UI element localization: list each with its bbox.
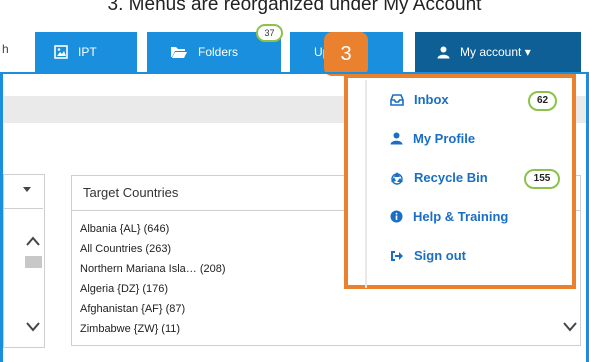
menu-item-recycle-bin[interactable]: Recycle Bin (390, 170, 488, 185)
menu-item-label: My Profile (413, 131, 476, 146)
step-marker: 3 (324, 32, 368, 76)
target-countries-list: Albania {AL} (646) All Countries (263) N… (80, 219, 226, 339)
menu-divider (365, 80, 367, 288)
folder-open-icon (171, 47, 187, 58)
ipt-button[interactable]: IPT (35, 32, 137, 72)
folders-count-badge: 37 (256, 24, 283, 42)
info-icon (390, 210, 403, 223)
menu-item-sign-out[interactable]: Sign out (390, 248, 466, 263)
my-account-button[interactable]: My account ▾ (415, 32, 581, 72)
inbox-icon (390, 93, 404, 106)
list-item[interactable]: Zimbabwe {ZW} (11) (80, 319, 226, 339)
step-caption: 3. Menus are reorganized under My Accoun… (107, 0, 482, 14)
menu-item-label: Inbox (414, 92, 449, 107)
user-icon (437, 46, 450, 58)
menu-item-my-profile[interactable]: My Profile (390, 131, 475, 146)
left-scroll-thumb[interactable] (25, 256, 42, 268)
ipt-button-label: IPT (78, 45, 97, 59)
scroll-up-icon[interactable] (26, 236, 40, 246)
image-icon (54, 45, 68, 59)
left-select-header[interactable] (3, 174, 43, 209)
recycle-bin-count-badge: 155 (524, 169, 560, 189)
menu-item-label: Help & Training (413, 209, 509, 224)
inbox-count-badge: 62 (528, 91, 557, 111)
menu-item-label: Recycle Bin (414, 170, 488, 185)
list-item[interactable]: Afghanistan {AF} (87) (80, 299, 226, 319)
sign-out-icon (391, 250, 403, 261)
toolbar-left-fragment: h (2, 42, 9, 56)
list-scroll-down-icon[interactable] (563, 322, 577, 332)
caret-down-icon (23, 187, 31, 192)
folders-button-label: Folders (198, 45, 239, 59)
list-item[interactable]: All Countries (263) (80, 239, 226, 259)
menu-item-label: Sign out (414, 248, 466, 263)
list-item[interactable]: Albania {AL} (646) (80, 219, 226, 239)
list-item[interactable]: Northern Mariana Isla… (208) (80, 259, 226, 279)
list-item[interactable]: Algeria {DZ} (176) (80, 279, 226, 299)
user-icon (390, 132, 403, 145)
menu-item-inbox[interactable]: Inbox (390, 92, 449, 107)
scroll-down-icon[interactable] (26, 322, 40, 332)
menu-item-help-training[interactable]: Help & Training (390, 209, 508, 224)
my-account-label: My account ▾ (460, 45, 531, 59)
recycle-icon (391, 171, 403, 185)
